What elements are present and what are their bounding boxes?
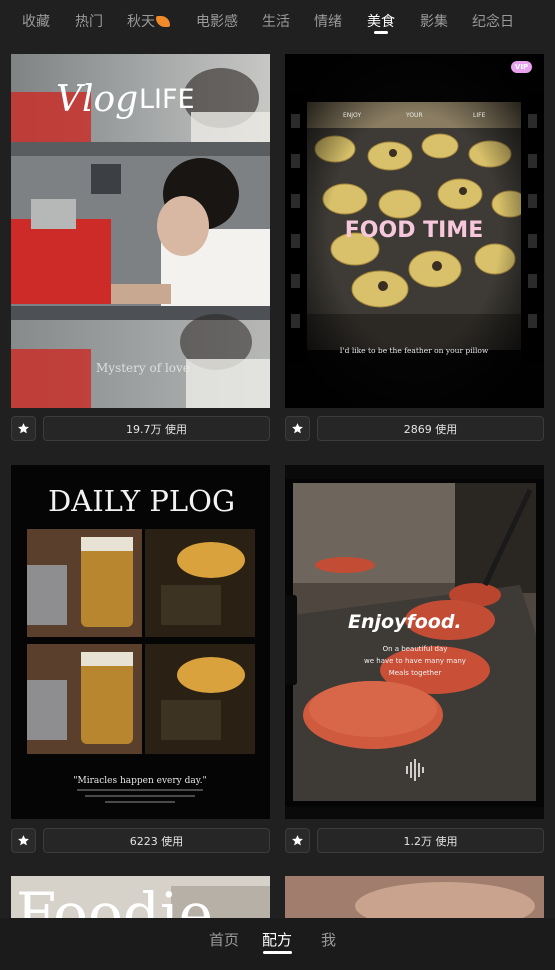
tab-cinematic[interactable]: 电影感 bbox=[196, 11, 238, 31]
enjoyfood-line: On a beautiful day bbox=[383, 645, 448, 653]
tab-album[interactable]: 影集 bbox=[420, 11, 448, 31]
use-template-button[interactable]: 19.7万 使用 bbox=[43, 416, 270, 441]
nav-me[interactable]: 我 bbox=[321, 929, 336, 950]
star-icon bbox=[292, 835, 303, 846]
template-card-partial[interactable] bbox=[285, 876, 544, 918]
food-time-title: FOOD TIME bbox=[345, 218, 483, 243]
film-label-text: YOUR bbox=[405, 112, 423, 119]
daily-plog-title: DAILY PLOG bbox=[48, 484, 235, 518]
star-icon bbox=[18, 423, 29, 434]
favorite-button[interactable] bbox=[285, 416, 310, 441]
template-card-food-time[interactable]: ENJOY YOUR LIFE FOOD TIME I'd like to be… bbox=[285, 54, 544, 408]
category-tab-bar: 收藏 热门 秋天 电影感 生活 情绪 美食 影集 纪念日 bbox=[0, 0, 555, 40]
film-label-text: LIFE bbox=[473, 112, 486, 119]
favorite-button[interactable] bbox=[11, 828, 36, 853]
enjoyfood-line: Meals together bbox=[389, 669, 442, 677]
enjoyfood-line: we have to have many many bbox=[364, 657, 466, 665]
template-preview-image: DAILY PLOG "Miracles happen every day." bbox=[11, 465, 270, 819]
food-time-caption: I'd like to be the feather on your pillo… bbox=[340, 346, 489, 355]
template-card-daily-plog[interactable]: DAILY PLOG "Miracles happen every day." bbox=[11, 465, 270, 819]
template-preview-image bbox=[285, 876, 544, 918]
tab-autumn[interactable]: 秋天 bbox=[127, 11, 170, 31]
foodie-title: Foodie bbox=[16, 880, 213, 918]
bottom-navigation: 首页 配方 我 bbox=[0, 918, 555, 970]
template-card-foodie[interactable]: Foodie bbox=[11, 876, 270, 918]
enjoyfood-title: Enjoyfood. bbox=[348, 611, 462, 633]
star-icon bbox=[292, 423, 303, 434]
mystery-of-love-text: Mystery of love bbox=[96, 361, 190, 375]
tab-hot[interactable]: 热门 bbox=[75, 11, 103, 31]
nav-home[interactable]: 首页 bbox=[209, 929, 239, 950]
vlog-script-text: Vlog bbox=[56, 79, 138, 120]
star-icon bbox=[18, 835, 29, 846]
tab-mood[interactable]: 情绪 bbox=[314, 11, 342, 31]
active-nav-indicator bbox=[263, 951, 292, 954]
film-label-text: ENJOY bbox=[343, 112, 361, 119]
tab-autumn-label: 秋天 bbox=[127, 14, 155, 30]
active-tab-indicator bbox=[374, 31, 388, 34]
tab-favorites[interactable]: 收藏 bbox=[22, 11, 50, 31]
template-preview-image: Enjoyfood. On a beautiful day we have to… bbox=[285, 465, 544, 819]
vip-badge: VIP bbox=[511, 61, 532, 73]
template-preview-image: Foodie bbox=[11, 876, 270, 918]
favorite-button[interactable] bbox=[11, 416, 36, 441]
leaf-icon bbox=[156, 16, 170, 27]
tab-life[interactable]: 生活 bbox=[262, 11, 290, 31]
tab-anniversary[interactable]: 纪念日 bbox=[472, 11, 514, 31]
life-text: LIFE bbox=[139, 84, 195, 115]
use-template-button[interactable]: 1.2万 使用 bbox=[317, 828, 544, 853]
miracles-quote: "Miracles happen every day." bbox=[73, 776, 206, 786]
tab-food[interactable]: 美食 bbox=[367, 11, 395, 31]
template-preview-image: Vlog LIFE Mystery of love bbox=[11, 54, 270, 408]
nav-recipes[interactable]: 配方 bbox=[262, 929, 292, 950]
template-card-vlog-life[interactable]: Vlog LIFE Mystery of love bbox=[11, 54, 270, 408]
template-preview-image: ENJOY YOUR LIFE FOOD TIME I'd like to be… bbox=[285, 54, 544, 408]
favorite-button[interactable] bbox=[285, 828, 310, 853]
use-template-button[interactable]: 6223 使用 bbox=[43, 828, 270, 853]
use-template-button[interactable]: 2869 使用 bbox=[317, 416, 544, 441]
template-card-enjoyfood[interactable]: Enjoyfood. On a beautiful day we have to… bbox=[285, 465, 544, 819]
